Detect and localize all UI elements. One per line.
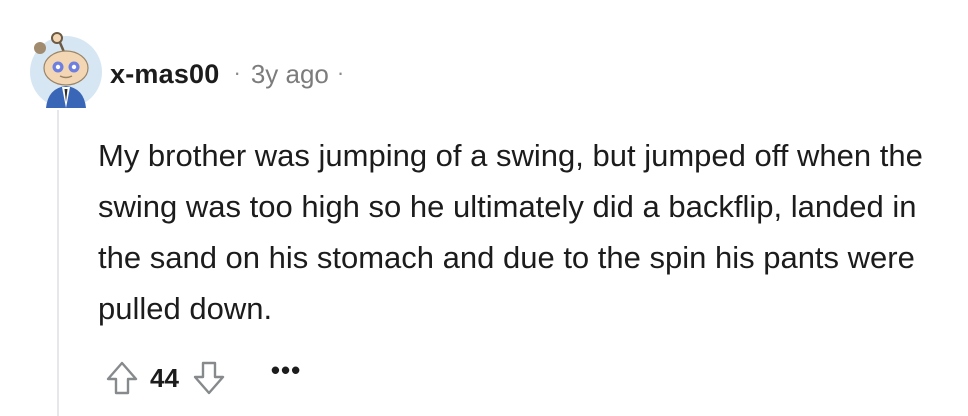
avatar-antenna-ball bbox=[51, 32, 63, 44]
avatar-right-pupil bbox=[71, 64, 77, 70]
avatar-left-pupil bbox=[55, 64, 61, 70]
avatar-ear bbox=[34, 42, 46, 54]
more-options-button[interactable]: ••• bbox=[271, 355, 301, 386]
meta-separator: · bbox=[233, 60, 241, 85]
meta-separator-trailing: · bbox=[336, 60, 345, 85]
downvote-arrow-icon[interactable] bbox=[191, 358, 227, 398]
comment-actions: 44 ••• bbox=[104, 355, 301, 400]
comment-header: x-mas00 · 3y ago · bbox=[110, 56, 344, 92]
comment-body: My brother was jumping of a swing, but j… bbox=[98, 138, 923, 326]
comment-timestamp[interactable]: 3y ago bbox=[251, 59, 329, 90]
username-link[interactable]: x-mas00 bbox=[110, 59, 219, 90]
vote-score: 44 bbox=[150, 362, 179, 393]
avatar[interactable] bbox=[28, 30, 104, 110]
upvote-arrow-icon[interactable] bbox=[104, 358, 140, 398]
avatar-head bbox=[43, 50, 89, 86]
thread-line[interactable] bbox=[57, 110, 59, 416]
